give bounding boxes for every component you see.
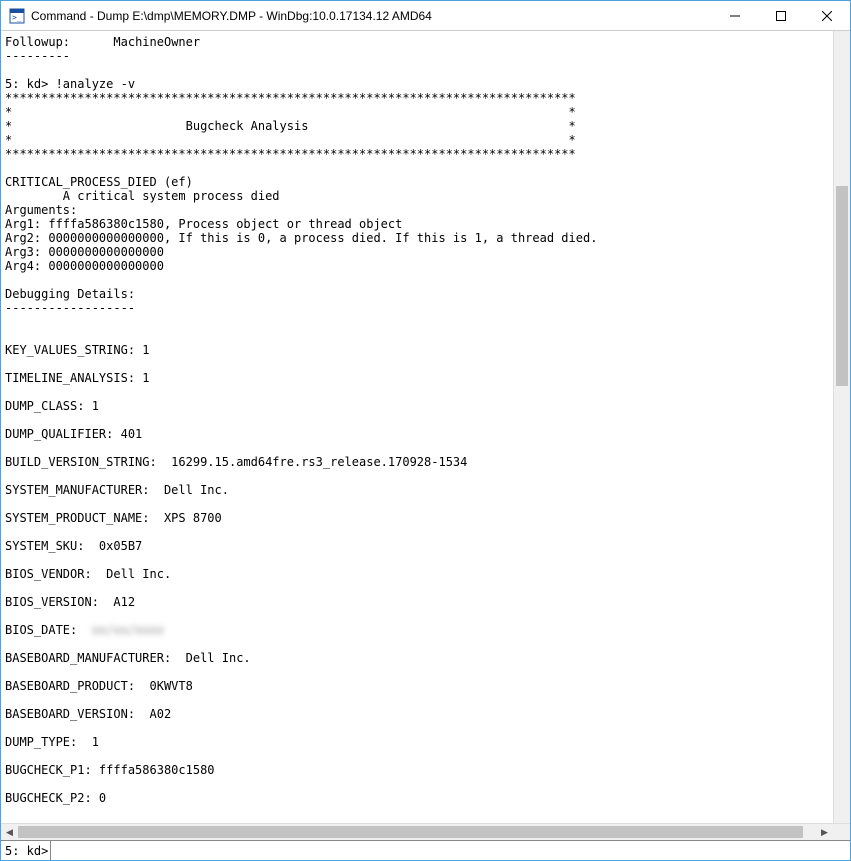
titlebar[interactable]: >_ Command - Dump E:\dmp\MEMORY.DMP - Wi… [1, 1, 850, 31]
window-title: Command - Dump E:\dmp\MEMORY.DMP - WinDb… [31, 9, 712, 23]
command-prompt: 5: kd> [1, 844, 50, 858]
close-button[interactable] [804, 1, 850, 30]
command-input[interactable] [50, 841, 850, 860]
vertical-scrollbar[interactable] [833, 31, 850, 823]
output-text: Followup: MachineOwner --------- 5: kd> … [1, 31, 833, 807]
horizontal-scrollbar[interactable]: ◀ ▶ [1, 824, 833, 840]
vertical-scrollbar-thumb[interactable] [836, 186, 848, 386]
minimize-button[interactable] [712, 1, 758, 30]
windbg-command-window: >_ Command - Dump E:\dmp\MEMORY.DMP - Wi… [0, 0, 851, 861]
content-area: Followup: MachineOwner --------- 5: kd> … [1, 31, 850, 823]
app-icon: >_ [9, 8, 25, 24]
output-pane[interactable]: Followup: MachineOwner --------- 5: kd> … [1, 31, 833, 823]
horizontal-scrollbar-thumb[interactable] [18, 826, 803, 838]
command-input-row: 5: kd> [1, 840, 850, 860]
scrollbar-corner [833, 824, 850, 841]
svg-text:>_: >_ [12, 13, 22, 22]
horizontal-scrollbar-row: ◀ ▶ [1, 823, 850, 840]
maximize-button[interactable] [758, 1, 804, 30]
scroll-left-icon[interactable]: ◀ [1, 824, 18, 841]
scroll-right-icon[interactable]: ▶ [816, 824, 833, 841]
window-controls [712, 1, 850, 30]
